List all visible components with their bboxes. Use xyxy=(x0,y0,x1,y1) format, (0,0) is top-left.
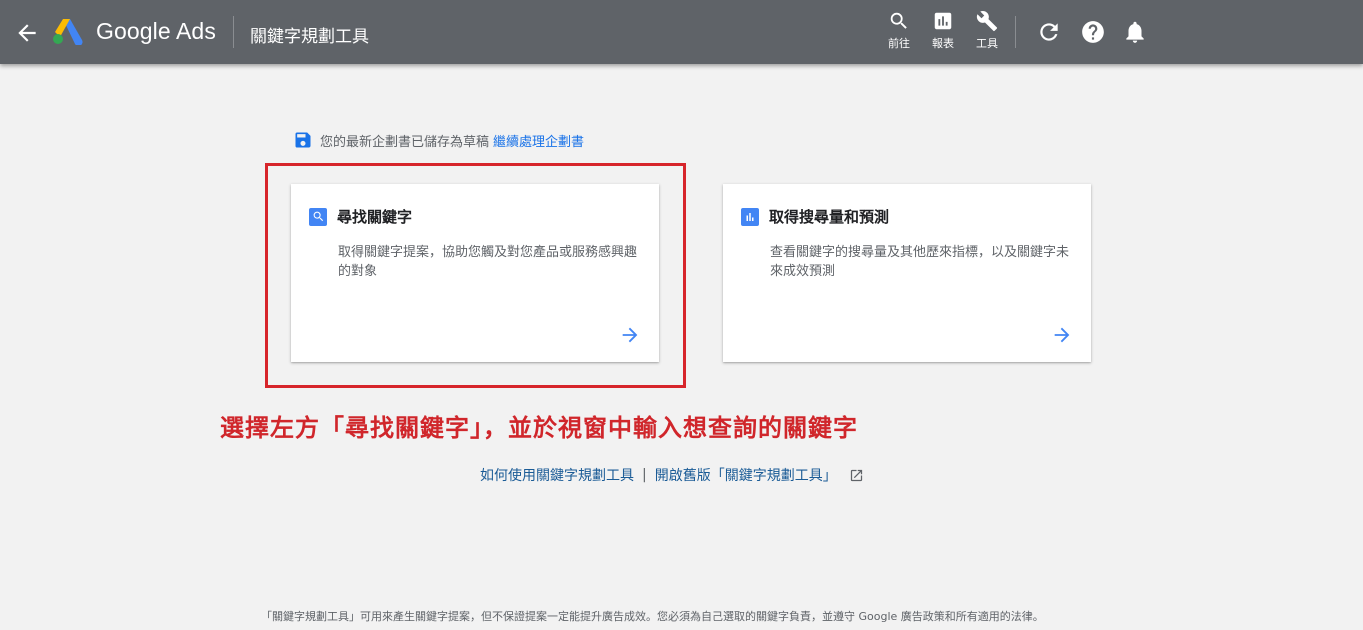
annotation-text: 選擇左方「尋找關鍵字」，並於視窗中輸入想查詢的關鍵字 xyxy=(220,414,858,442)
arrow-right-icon[interactable] xyxy=(1051,324,1073,346)
refresh-icon[interactable] xyxy=(1036,19,1062,45)
discover-keywords-card[interactable]: 尋找關鍵字 取得關鍵字提案，協助您觸及對您產品或服務感興趣的對象 xyxy=(291,184,659,362)
reports-label: 報表 xyxy=(932,37,954,50)
help-links: 如何使用關鍵字規劃工具 | 開啟舊版「關鍵字規劃工具」 xyxy=(480,465,864,485)
header-divider xyxy=(233,16,234,48)
how-to-use-link[interactable]: 如何使用關鍵字規劃工具 xyxy=(480,465,634,485)
old-version-link[interactable]: 開啟舊版「關鍵字規劃工具」 xyxy=(655,465,837,485)
search-volume-forecast-card[interactable]: 取得搜尋量和預測 查看關鍵字的搜尋量及其他歷來指標，以及關鍵字未來成效預測 xyxy=(723,184,1091,362)
open-in-new-icon[interactable] xyxy=(849,468,864,483)
bell-icon[interactable] xyxy=(1122,19,1148,45)
header-divider xyxy=(1015,16,1016,48)
draft-notice-text: 您的最新企劃書已儲存為草稿 xyxy=(320,134,490,150)
arrow-right-icon[interactable] xyxy=(619,324,641,346)
google-ads-logo-icon xyxy=(53,19,83,45)
card-title: 取得搜尋量和預測 xyxy=(741,206,889,227)
top-app-bar: Google Ads 關鍵字規劃工具 前往 報表 工具 xyxy=(0,0,1363,64)
bar-chart-icon xyxy=(741,207,759,226)
draft-notice: 您的最新企劃書已儲存為草稿 繼續處理企劃書 xyxy=(293,129,584,151)
page-title: 關鍵字規劃工具 xyxy=(250,27,369,47)
continue-plan-link[interactable]: 繼續處理企劃書 xyxy=(493,131,584,150)
search-icon xyxy=(309,207,327,226)
card-title-text: 尋找關鍵字 xyxy=(337,208,413,226)
tools-label: 工具 xyxy=(976,37,998,50)
goto-button[interactable]: 前往 xyxy=(879,10,919,56)
search-icon xyxy=(890,12,907,29)
tools-button[interactable]: 工具 xyxy=(967,10,1007,56)
reports-button[interactable]: 報表 xyxy=(923,10,963,56)
brand-name: Google Ads xyxy=(96,18,216,44)
card-title-text: 取得搜尋量和預測 xyxy=(769,208,890,226)
card-description: 取得關鍵字提案，協助您觸及對您產品或服務感興趣的對象 xyxy=(338,245,638,279)
bar-chart-icon xyxy=(934,12,952,30)
card-description: 查看關鍵字的搜尋量及其他歷來指標，以及關鍵字未來成效預測 xyxy=(770,245,1070,279)
back-arrow-icon[interactable] xyxy=(14,20,40,46)
wrench-icon xyxy=(976,11,998,32)
save-icon xyxy=(295,132,311,148)
card-title: 尋找關鍵字 xyxy=(309,206,412,227)
link-separator: | xyxy=(642,467,647,483)
goto-label: 前往 xyxy=(888,37,910,50)
footer-disclaimer: 「關鍵字規劃工具」可用來產生關鍵字提案，但不保證提案一定能提升廣告成效。您必須為… xyxy=(261,610,1044,623)
help-icon[interactable] xyxy=(1080,19,1106,45)
